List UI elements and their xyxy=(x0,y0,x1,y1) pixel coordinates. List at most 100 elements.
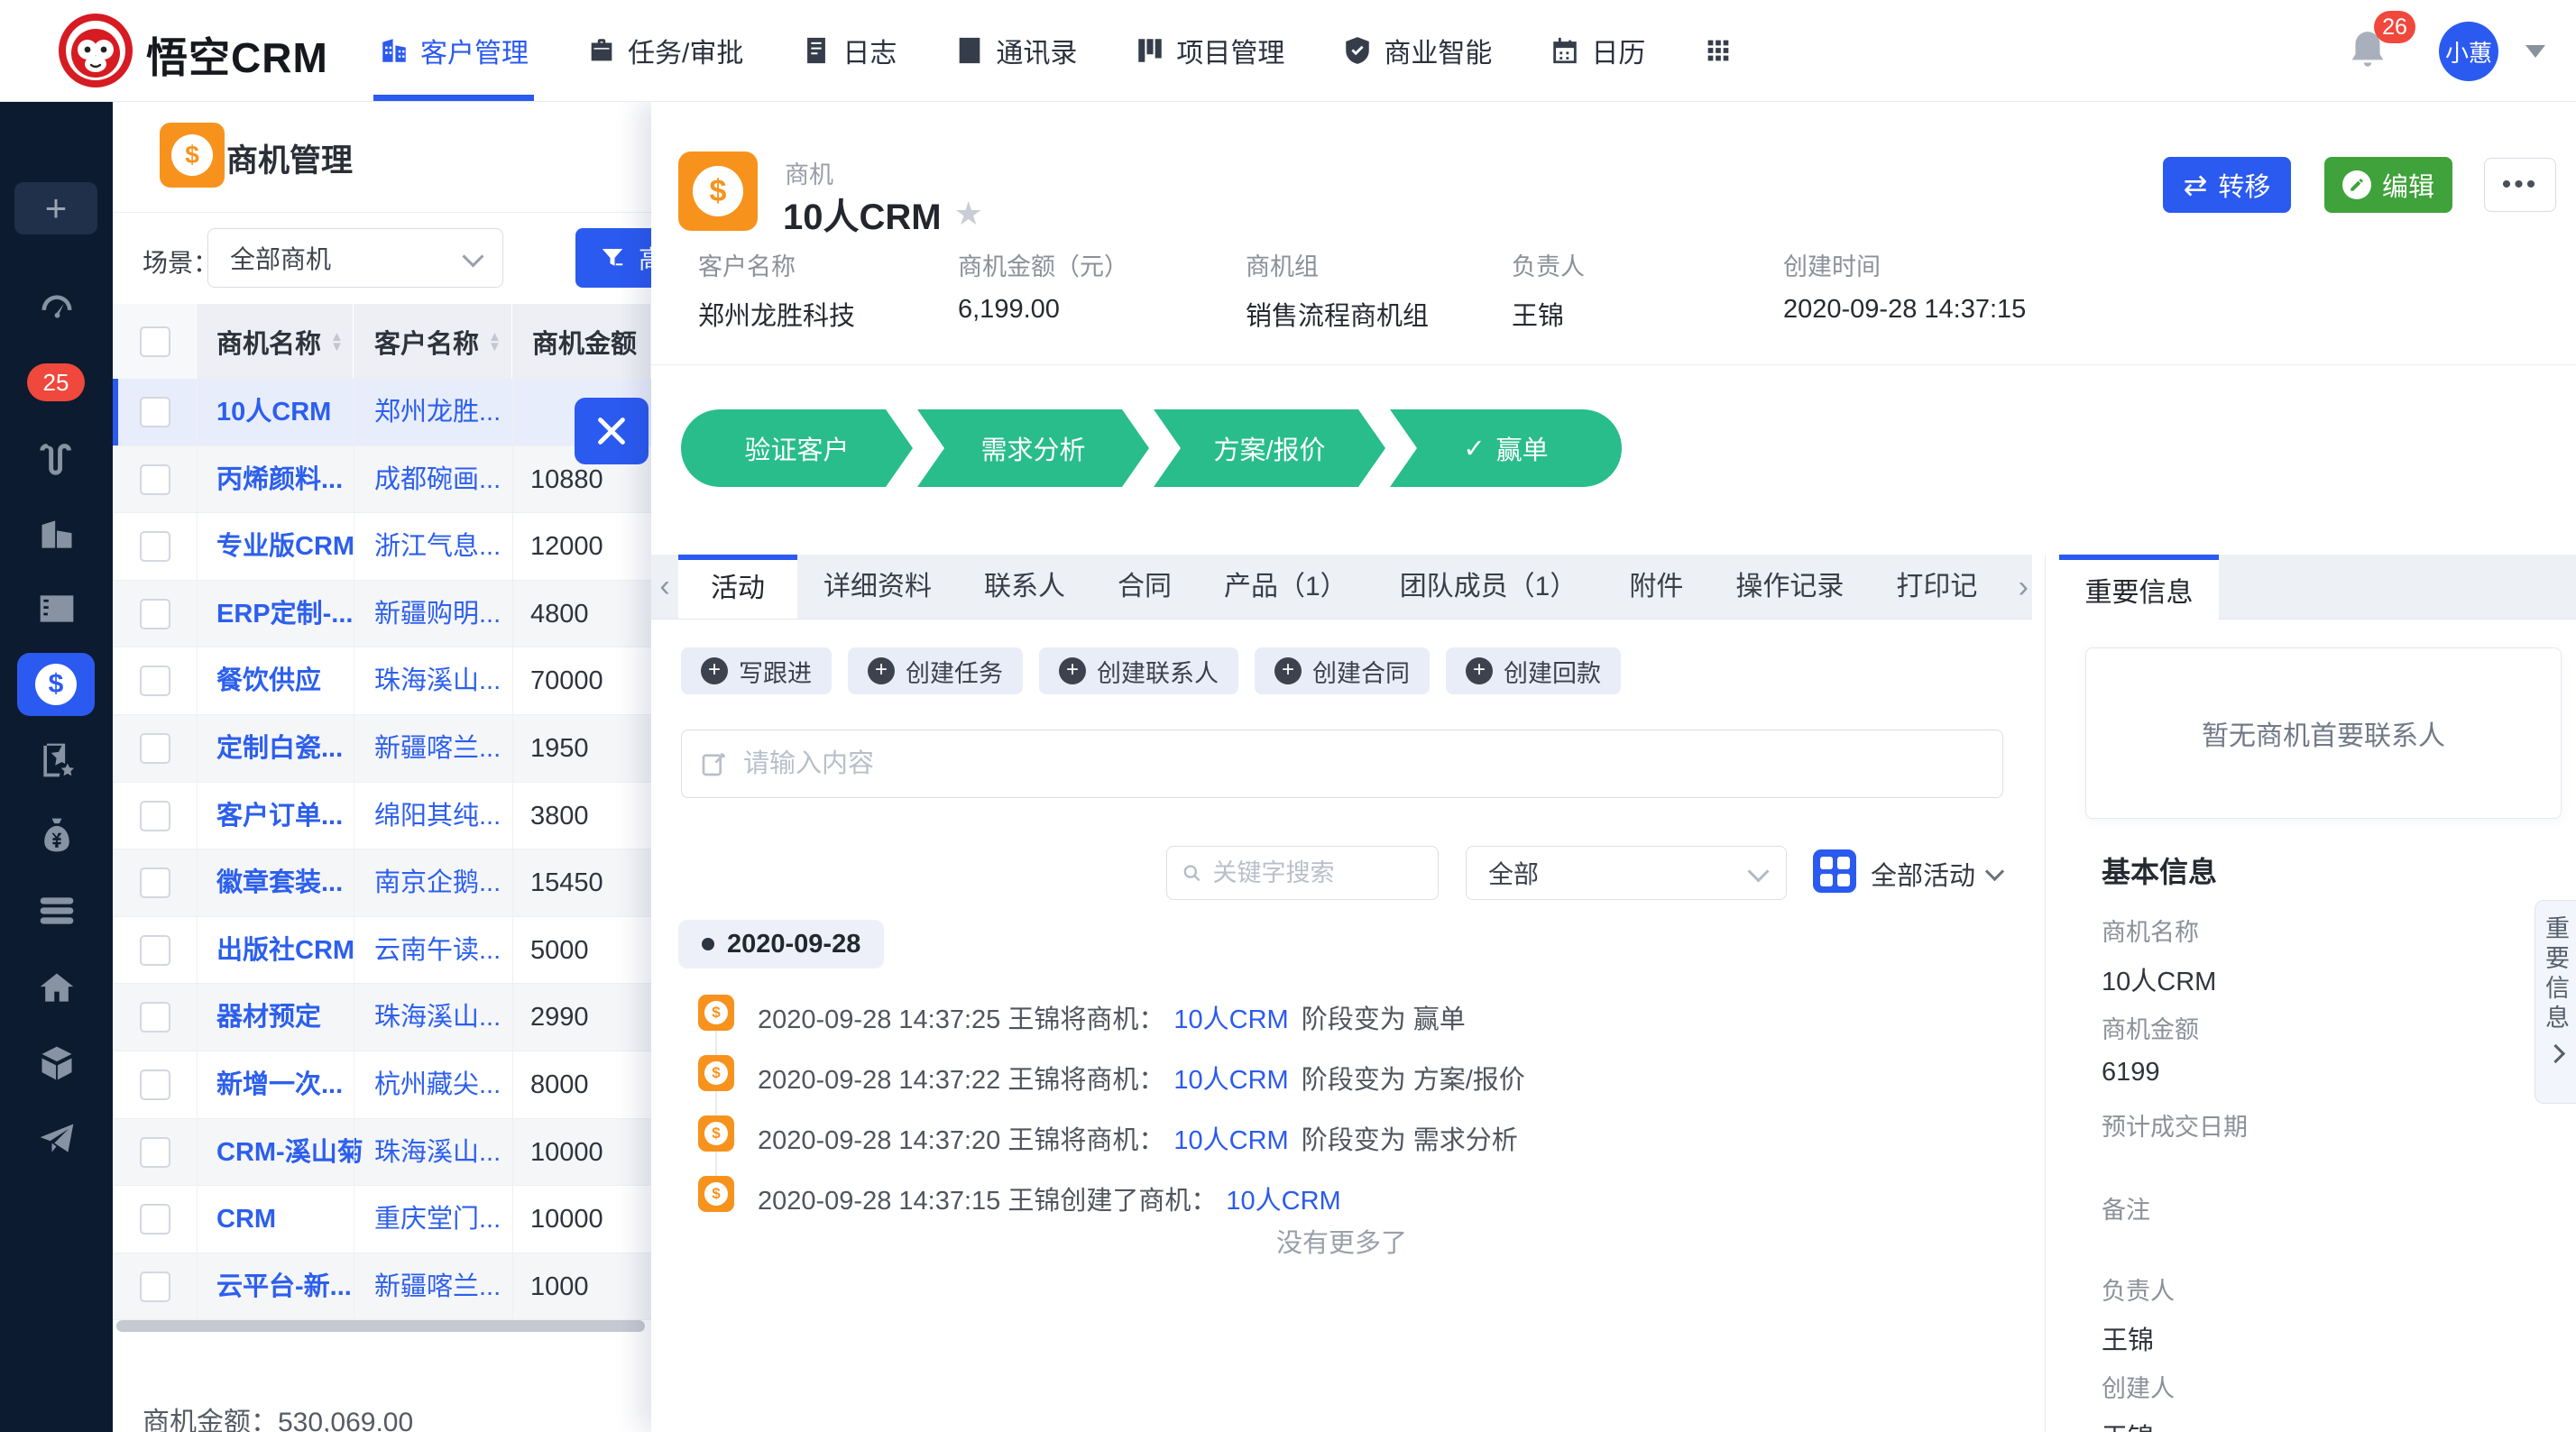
tab-contracts[interactable]: 合同 xyxy=(1091,555,1198,619)
row-checkbox[interactable] xyxy=(140,464,170,495)
table-row[interactable]: 徽章套装... 南京企鹅... 15450 xyxy=(113,849,651,917)
sort-icon[interactable]: ▲▼ xyxy=(488,332,501,352)
customer-name-link[interactable]: 新疆喀兰... xyxy=(374,715,526,783)
customer-name-link[interactable]: 南京企鹅... xyxy=(374,849,526,917)
customer-name-link[interactable]: 绵阳其纯... xyxy=(374,783,526,850)
app-grid-button[interactable] xyxy=(1703,0,1734,101)
important-info-collapse-tab[interactable]: 重要信息 xyxy=(2535,900,2576,1104)
business-name-link[interactable]: 定制白瓷... xyxy=(216,715,368,783)
row-checkbox[interactable] xyxy=(140,1137,170,1168)
tab-activity[interactable]: 活动 xyxy=(678,555,797,619)
customer-name-link[interactable]: 杭州藏尖... xyxy=(374,1051,526,1119)
stage-step[interactable]: 方案/报价 xyxy=(1154,409,1385,487)
table-row[interactable]: 餐饮供应 珠海溪山... 70000 xyxy=(113,647,651,715)
tab-print[interactable]: 打印记 xyxy=(1870,555,2003,619)
create-task-button[interactable]: +创建任务 xyxy=(848,647,1023,694)
menu-item-journal[interactable]: 日志 xyxy=(801,0,897,101)
customer-name-link[interactable]: 重庆堂门... xyxy=(374,1186,526,1253)
stage-step[interactable]: 验证客户 xyxy=(681,409,913,487)
table-row[interactable]: 10人CRM 郑州龙胜... xyxy=(113,379,651,446)
tab-important-info[interactable]: 重要信息 xyxy=(2059,555,2219,620)
stage-step-won[interactable]: ✓ 赢单 xyxy=(1390,409,1622,487)
table-row[interactable]: 丙烯颜料... 成都碗画... 10880 xyxy=(113,446,651,514)
sidebar-item-business-active[interactable]: $ xyxy=(17,653,95,716)
business-name-link[interactable]: 丙烯颜料... xyxy=(216,446,368,514)
row-checkbox[interactable] xyxy=(140,1069,170,1100)
followup-input[interactable] xyxy=(681,730,2003,798)
sidebar-item-feedback[interactable] xyxy=(0,1119,113,1159)
customer-name-link[interactable]: 珠海溪山... xyxy=(374,1119,526,1187)
horizontal-scrollbar[interactable] xyxy=(116,1320,645,1332)
followup-text-input[interactable] xyxy=(741,748,1984,780)
row-checkbox[interactable] xyxy=(140,666,170,696)
table-row[interactable]: CRM 重庆堂门... 10000 xyxy=(113,1186,651,1253)
create-contact-button[interactable]: +创建联系人 xyxy=(1039,647,1238,694)
tab-products[interactable]: 产品（1） xyxy=(1198,555,1374,619)
business-name-link[interactable]: 新增一次... xyxy=(216,1051,368,1119)
transfer-button[interactable]: ⇄ 转移 xyxy=(2163,157,2291,213)
sidebar-item-payment[interactable] xyxy=(0,815,113,855)
sidebar-item-home[interactable] xyxy=(0,968,113,1008)
activity-grid-icon[interactable] xyxy=(1813,849,1856,893)
business-name-link[interactable]: CRM xyxy=(216,1186,368,1253)
customer-name-link[interactable]: 浙江气息... xyxy=(374,513,526,581)
tab-details[interactable]: 详细资料 xyxy=(797,555,958,619)
business-name-link[interactable]: 10人CRM xyxy=(216,379,368,446)
column-header-customer[interactable]: 客户名称 ▲▼ xyxy=(374,304,501,379)
sidebar-item-dashboard[interactable] xyxy=(0,289,113,328)
column-header-name[interactable]: 商机名称 ▲▼ xyxy=(216,304,344,379)
customer-name-link[interactable]: 新疆喀兰... xyxy=(374,1253,526,1321)
menu-item-contacts[interactable]: 通讯录 xyxy=(954,0,1077,101)
activity-filter-dropdown[interactable]: 全部活动 xyxy=(1871,855,2001,893)
sidebar-item-products[interactable] xyxy=(0,891,113,931)
menu-item-projects[interactable]: 项目管理 xyxy=(1135,0,1284,101)
customer-name-link[interactable]: 成都碗画... xyxy=(374,446,526,514)
quick-add-button[interactable]: + xyxy=(14,182,97,234)
create-payment-button[interactable]: +创建回款 xyxy=(1446,647,1621,694)
column-header-amount[interactable]: 商机金额 xyxy=(532,304,637,379)
table-row[interactable]: 出版社CRM 云南午读... 5000 xyxy=(113,917,651,985)
sidebar-item-customers[interactable] xyxy=(0,515,113,555)
row-checkbox[interactable] xyxy=(140,1271,170,1302)
business-link[interactable]: 10人CRM xyxy=(1173,1066,1288,1095)
menu-item-tasks[interactable]: 任务/审批 xyxy=(586,0,743,101)
row-checkbox[interactable] xyxy=(140,935,170,966)
customer-name-link[interactable]: 新疆购明... xyxy=(374,581,526,648)
table-row[interactable]: 专业版CRM 浙江气息... 12000 xyxy=(113,513,651,581)
stage-step[interactable]: 需求分析 xyxy=(917,409,1149,487)
tab-operation-log[interactable]: 操作记录 xyxy=(1709,555,1870,619)
customer-name-link[interactable]: 珠海溪山... xyxy=(374,984,526,1051)
business-name-link[interactable]: 专业版CRM xyxy=(216,513,368,581)
table-row[interactable]: 定制白瓷... 新疆喀兰... 1950 xyxy=(113,715,651,783)
create-contract-button[interactable]: +创建合同 xyxy=(1255,647,1430,694)
table-row[interactable]: 客户订单... 绵阳其纯... 3800 xyxy=(113,783,651,850)
tab-team[interactable]: 团队成员（1） xyxy=(1374,555,1604,619)
row-checkbox[interactable] xyxy=(140,397,170,427)
row-checkbox[interactable] xyxy=(140,599,170,629)
sidebar-item-contacts[interactable] xyxy=(0,589,113,629)
more-actions-button[interactable]: ••• xyxy=(2484,158,2556,212)
star-icon[interactable]: ★ xyxy=(954,195,983,233)
business-name-link[interactable]: 客户订单... xyxy=(216,783,368,850)
table-row[interactable]: 新增一次... 杭州藏尖... 8000 xyxy=(113,1051,651,1119)
customer-name-link[interactable]: 云南午读... xyxy=(374,917,526,985)
keyword-search[interactable] xyxy=(1166,846,1439,900)
row-checkbox[interactable] xyxy=(140,531,170,562)
row-checkbox[interactable] xyxy=(140,1204,170,1235)
business-name-link[interactable]: CRM-溪山菊 xyxy=(216,1119,368,1187)
business-name-link[interactable]: 徽章套装... xyxy=(216,849,368,917)
menu-item-customers[interactable]: 客户管理 xyxy=(379,0,529,101)
write-followup-button[interactable]: +写跟进 xyxy=(681,647,832,694)
customer-name-link[interactable]: 珠海溪山... xyxy=(374,647,526,715)
menu-item-bi[interactable]: 商业智能 xyxy=(1342,0,1492,101)
business-name-link[interactable]: 餐饮供应 xyxy=(216,647,368,715)
table-row[interactable]: 云平台-新... 新疆喀兰... 1000 xyxy=(113,1253,651,1321)
sidebar-item-knowledge[interactable] xyxy=(0,1043,113,1083)
tab-contacts[interactable]: 联系人 xyxy=(958,555,1091,619)
user-avatar[interactable]: 小蕙 xyxy=(2439,22,2498,81)
row-checkbox[interactable] xyxy=(140,733,170,764)
table-row[interactable]: 器材预定 珠海溪山... 2990 xyxy=(113,984,651,1051)
sidebar-todo-badge[interactable]: 25 xyxy=(27,363,85,401)
keyword-search-input[interactable] xyxy=(1210,858,1423,888)
row-checkbox[interactable] xyxy=(140,801,170,831)
